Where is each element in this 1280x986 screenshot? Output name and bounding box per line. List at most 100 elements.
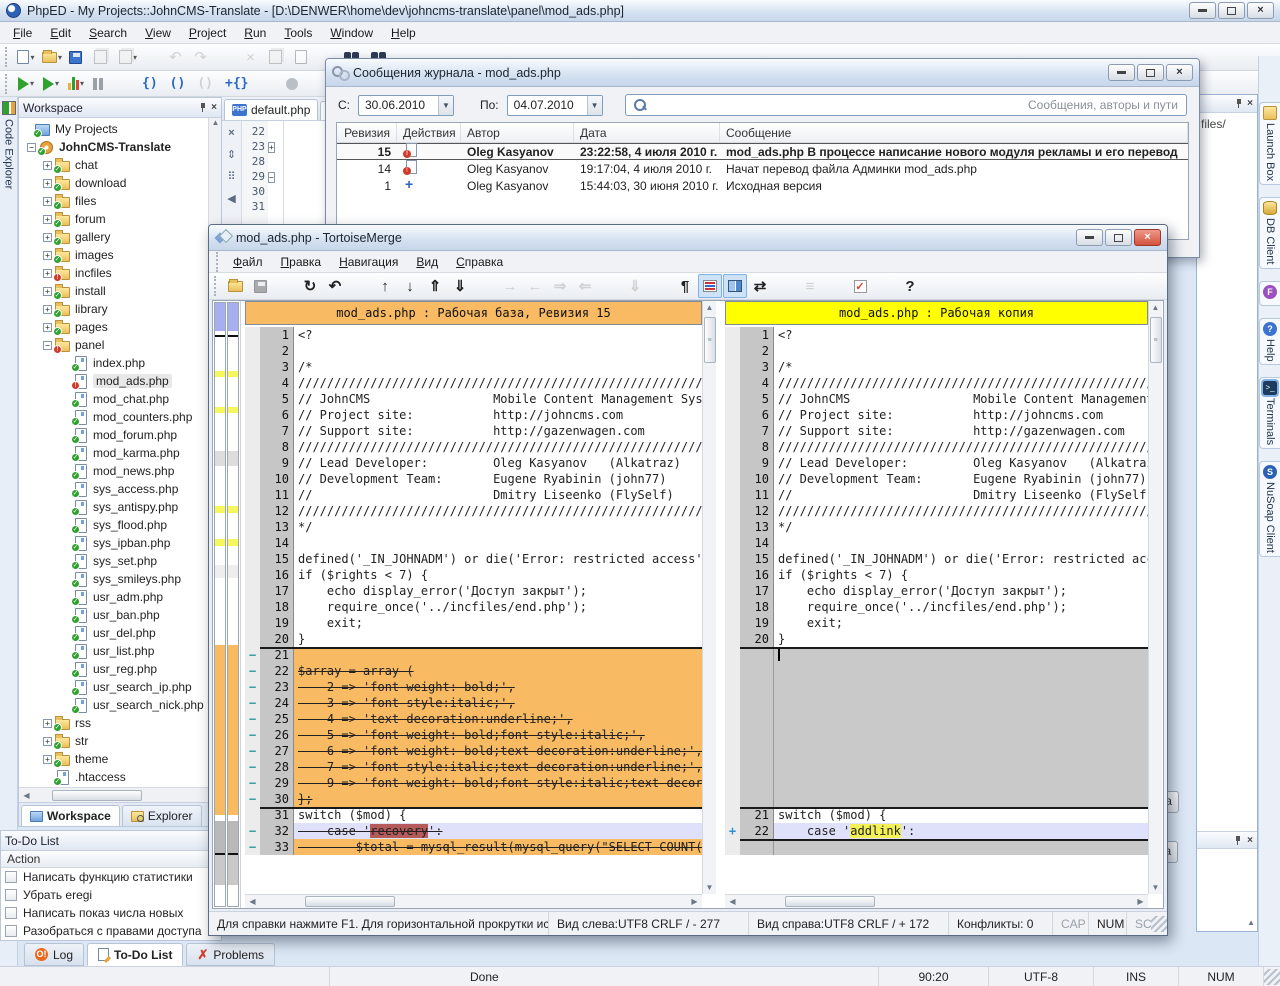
- toolbar-button[interactable]: +{} ▾: [222, 72, 257, 96]
- tree-item[interactable]: + install: [19, 282, 221, 300]
- pin-icon[interactable]: [1235, 98, 1243, 109]
- todo-checkbox[interactable]: [5, 889, 17, 901]
- tree-item[interactable]: mod_chat.php: [19, 390, 221, 408]
- resize-grip[interactable]: [1264, 969, 1280, 985]
- merge-toolbar-button[interactable]: ✓: [848, 274, 872, 298]
- todo-item[interactable]: Разобраться с правами доступа: [1, 922, 221, 940]
- scroll-up-icon[interactable]: ▲: [209, 118, 221, 127]
- tree-item[interactable]: + forum: [19, 210, 221, 228]
- toolbar-button[interactable]: ▾: [266, 45, 290, 69]
- bottom-tab[interactable]: O! Log: [24, 943, 84, 966]
- dropdown-arrow-icon[interactable]: ▼: [587, 96, 602, 115]
- tree-item[interactable]: − JohnCMS-Translate: [19, 138, 221, 156]
- toolbar-button[interactable]: ▾: [14, 45, 38, 69]
- right-vscrollbar[interactable]: ▲ ≡ ▼: [1148, 301, 1162, 894]
- tree-hscrollbar[interactable]: ◀ ▶: [19, 787, 221, 802]
- scroll-left-icon[interactable]: ◀: [19, 791, 34, 800]
- scroll-thumb[interactable]: [785, 896, 875, 907]
- right-dock-tab[interactable]: S NuSoap Client: [1259, 461, 1280, 557]
- log-dialog-titlebar[interactable]: Сообщения журнала - mod_ads.php ×: [326, 59, 1199, 87]
- menu-item[interactable]: Run: [235, 24, 275, 42]
- merge-titlebar[interactable]: mod_ads.php - TortoiseMerge ×: [209, 225, 1167, 251]
- todo-checkbox[interactable]: [5, 871, 17, 883]
- tree-item[interactable]: + incfiles: [19, 264, 221, 282]
- merge-toolbar-button[interactable]: [248, 274, 272, 298]
- menu-item[interactable]: Tools: [275, 24, 321, 42]
- merge-menu-item[interactable]: Навигация: [330, 253, 407, 271]
- pin-icon[interactable]: [1234, 835, 1242, 846]
- merge-menu-item[interactable]: Справка: [447, 253, 512, 271]
- scroll-left-icon[interactable]: ◀: [725, 897, 740, 906]
- menu-item[interactable]: Edit: [41, 24, 80, 42]
- tree-item[interactable]: usr_del.php: [19, 624, 221, 642]
- merge-toolbar-button[interactable]: [648, 274, 672, 298]
- toolbar-button[interactable]: {) ▾: [139, 72, 166, 96]
- tree-expander[interactable]: +: [43, 287, 52, 296]
- todo-item[interactable]: Убрать eregi: [1, 886, 221, 904]
- revision-row[interactable]: 1 Oleg Kasyanov 15:44:03, 30 июня 2010 г…: [337, 177, 1188, 194]
- right-dock-tab[interactable]: F: [1259, 281, 1280, 306]
- tree-item[interactable]: mod_ads.php: [19, 372, 221, 390]
- tree-item[interactable]: + theme: [19, 750, 221, 768]
- merge-toolbar-button[interactable]: [698, 274, 722, 298]
- tree-item[interactable]: mod_counters.php: [19, 408, 221, 426]
- merge-toolbar-button[interactable]: ≡: [798, 274, 822, 298]
- log-filter-input[interactable]: Сообщения, авторы и пути: [625, 94, 1187, 116]
- tree-item[interactable]: My Projects: [19, 120, 221, 138]
- fold-toggle[interactable]: −: [268, 172, 275, 183]
- tree-item[interactable]: + str: [19, 732, 221, 750]
- tree-item[interactable]: usr_reg.php: [19, 660, 221, 678]
- toolbar-button[interactable]: ↶ ▾: [166, 45, 190, 69]
- toolbar-button[interactable]: ▾: [216, 45, 240, 69]
- toolbar-button[interactable]: ▾: [114, 72, 138, 96]
- revision-row[interactable]: 14 Oleg Kasyanov 19:17:04, 4 июля 2010 г…: [337, 160, 1188, 177]
- tree-item[interactable]: sys_access.php: [19, 480, 221, 498]
- fold-toggle[interactable]: +: [268, 142, 275, 153]
- from-date-combo[interactable]: 30.06.2010 ▼: [358, 95, 454, 116]
- scroll-thumb[interactable]: ≡: [704, 317, 716, 363]
- tree-item[interactable]: sys_set.php: [19, 552, 221, 570]
- merge-toolbar-button[interactable]: ⇒: [548, 274, 572, 298]
- merge-toolbar-button[interactable]: ⇓: [448, 274, 472, 298]
- merge-toolbar-button[interactable]: [223, 274, 247, 298]
- merge-toolbar-button[interactable]: ↻: [298, 274, 322, 298]
- tree-expander[interactable]: +: [43, 197, 52, 206]
- minimize-button[interactable]: [1076, 229, 1103, 246]
- merge-toolbar-button[interactable]: [823, 274, 847, 298]
- diff-locator-bar[interactable]: [213, 301, 241, 908]
- project-tree[interactable]: My Projects − JohnCMS-Translate + chat +…: [19, 118, 221, 787]
- tree-item[interactable]: usr_list.php: [19, 642, 221, 660]
- column-revision[interactable]: Ревизия: [337, 123, 397, 142]
- toolbar-button[interactable]: ▾: [91, 45, 115, 69]
- right-hscrollbar[interactable]: ◀ ▶: [725, 894, 1148, 908]
- merge-toolbar-button[interactable]: [273, 274, 297, 298]
- merge-toolbar-button[interactable]: ↓: [398, 274, 422, 298]
- tree-item[interactable]: usr_search_ip.php: [19, 678, 221, 696]
- todo-checkbox[interactable]: [5, 925, 17, 937]
- merge-toolbar-button[interactable]: ⇓: [623, 274, 647, 298]
- left-vscrollbar[interactable]: ▲ ≡ ▼: [702, 301, 716, 894]
- scroll-up-icon[interactable]: ▲: [702, 301, 717, 314]
- restore-button[interactable]: [1218, 2, 1245, 19]
- scroll-down-icon[interactable]: ▼: [1148, 881, 1163, 894]
- close-button[interactable]: ×: [1247, 2, 1274, 19]
- scroll-up-icon[interactable]: ▲: [1148, 301, 1163, 314]
- right-dock-tab[interactable]: Launch Box: [1259, 102, 1280, 185]
- tree-item[interactable]: + gallery: [19, 228, 221, 246]
- menu-item[interactable]: Project: [180, 24, 235, 42]
- scroll-thumb[interactable]: ≡: [1150, 317, 1162, 363]
- tree-item[interactable]: sys_ipban.php: [19, 534, 221, 552]
- tree-item[interactable]: mod_karma.php: [19, 444, 221, 462]
- toolbar-button[interactable]: × ▾: [241, 45, 265, 69]
- scroll-right-icon[interactable]: ▶: [1133, 897, 1148, 906]
- dropdown-arrow-icon[interactable]: ▾: [80, 79, 84, 88]
- scroll-thumb[interactable]: [52, 790, 142, 801]
- toolbar-button[interactable]: () ▾: [194, 72, 221, 96]
- toolbar-button[interactable]: ▾: [66, 45, 90, 69]
- scroll-left-icon[interactable]: ◀: [245, 897, 260, 906]
- workspace-tab[interactable]: Workspace: [21, 805, 120, 826]
- tree-expander[interactable]: +: [43, 215, 52, 224]
- toolbar-button[interactable]: ▾: [39, 45, 65, 69]
- tree-expander[interactable]: +: [43, 161, 52, 170]
- merge-toolbar-button[interactable]: [598, 274, 622, 298]
